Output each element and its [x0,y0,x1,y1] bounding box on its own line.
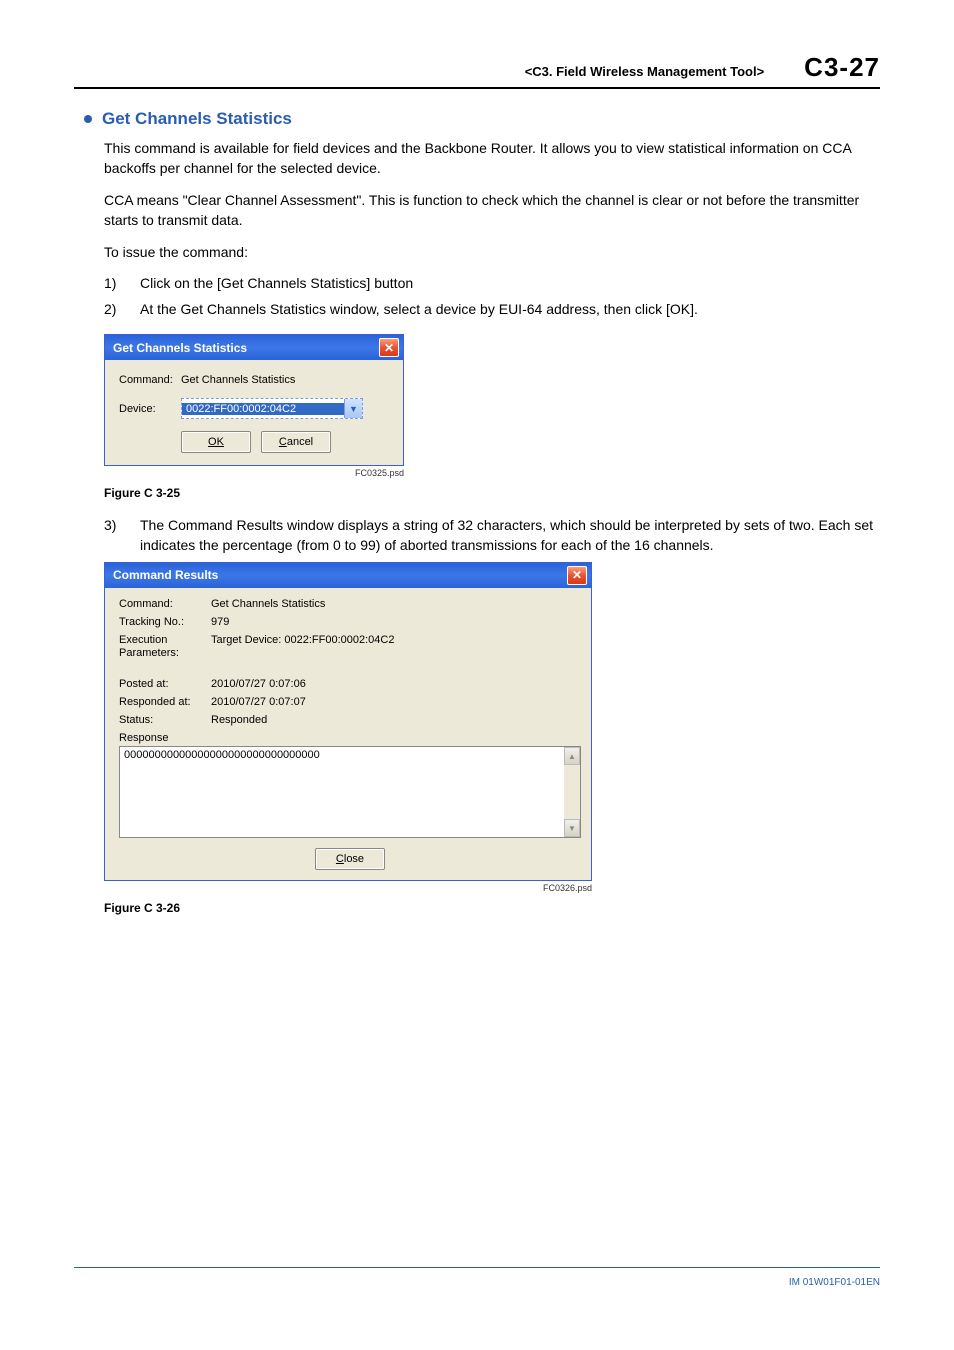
dialog2-screenshot: Command Results ✕ Command: Get Channels … [104,562,592,893]
psd-filename: FC0326.psd [104,883,592,893]
step-text: Click on the [Get Channels Statistics] b… [140,274,880,294]
paragraph: To issue the command: [104,243,880,263]
field-value: Get Channels Statistics [211,598,581,610]
section-heading: Get Channels Statistics [102,109,292,129]
dialog-title: Get Channels Statistics [113,341,247,355]
chapter-label: <C3. Field Wireless Management Tool> [525,64,764,79]
close-icon[interactable]: ✕ [379,338,399,357]
page-header: <C3. Field Wireless Management Tool> C3-… [74,52,880,89]
command-results-dialog: Command Results ✕ Command: Get Channels … [104,562,592,881]
step-item: 2) At the Get Channels Statistics window… [104,300,880,320]
field-label: Status: [119,714,211,726]
footer-docid: IM 01W01F01-01EN [789,1277,880,1288]
field-value: 2010/07/27 0:07:07 [211,696,581,708]
device-row: Device: 0022:FF00:0002:04C2 ▼ [119,398,393,419]
command-value: Get Channels Statistics [181,374,295,386]
ok-button[interactable]: OK [181,431,251,453]
field-row: Status: Responded [119,714,581,726]
response-textarea[interactable]: 00000000000000000000000000000000 ▲ ▼ [119,746,581,838]
step-number: 1) [104,274,140,294]
page-number: C3-27 [804,52,880,83]
device-select-value: 0022:FF00:0002:04C2 [182,403,344,415]
field-row: Command: Get Channels Statistics [119,598,581,610]
field-label: Command: [119,598,211,610]
step-item: 1) Click on the [Get Channels Statistics… [104,274,880,294]
scrollbar[interactable]: ▲ ▼ [564,747,580,837]
steps-list: 3) The Command Results window displays a… [104,516,880,556]
figure-caption: Figure C 3-25 [104,486,880,500]
close-button[interactable]: Close [315,848,385,870]
chevron-down-icon[interactable]: ▼ [344,399,362,418]
page: <C3. Field Wireless Management Tool> C3-… [0,0,954,1350]
field-value: Target Device: 0022:FF00:0002:04C2 [211,634,581,660]
get-channels-dialog: Get Channels Statistics ✕ Command: Get C… [104,334,404,466]
section-title: Get Channels Statistics [84,109,880,129]
body-text: 3) The Command Results window displays a… [104,516,880,556]
dialog-body: Command: Get Channels Statistics Trackin… [105,588,591,880]
field-label: Execution Parameters: [119,634,211,660]
field-value: 979 [211,616,581,628]
step-text: At the Get Channels Statistics window, s… [140,300,880,320]
command-row: Command: Get Channels Statistics [119,374,393,386]
dialog-body: Command: Get Channels Statistics Device:… [105,360,403,465]
step-number: 2) [104,300,140,320]
response-text: 00000000000000000000000000000000 [124,749,320,761]
paragraph: CCA means "Clear Channel Assessment". Th… [104,191,880,231]
close-icon[interactable]: ✕ [567,566,587,585]
field-row: Execution Parameters: Target Device: 002… [119,634,581,660]
figure-caption: Figure C 3-26 [104,901,880,915]
field-label: Responded at: [119,696,211,708]
footer-rule [74,1267,880,1268]
scroll-up-icon[interactable]: ▲ [564,747,580,765]
field-label: Posted at: [119,678,211,690]
scroll-down-icon[interactable]: ▼ [564,819,580,837]
bullet-icon [84,115,92,123]
field-value: 2010/07/27 0:07:06 [211,678,581,690]
field-row: Posted at: 2010/07/27 0:07:06 [119,678,581,690]
device-select[interactable]: 0022:FF00:0002:04C2 ▼ [181,398,363,419]
command-label: Command: [119,374,181,386]
step-item: 3) The Command Results window displays a… [104,516,880,556]
field-row: Response [119,732,581,744]
body-text: This command is available for field devi… [104,139,880,320]
step-text: The Command Results window displays a st… [140,516,880,556]
dialog-title: Command Results [113,568,218,582]
dialog-titlebar: Get Channels Statistics ✕ [105,335,403,360]
dialog1-screenshot: Get Channels Statistics ✕ Command: Get C… [104,334,404,478]
dialog-buttons: OK Cancel [119,431,393,453]
step-number: 3) [104,516,140,556]
field-label: Tracking No.: [119,616,211,628]
device-label: Device: [119,403,181,415]
psd-filename: FC0325.psd [104,468,404,478]
field-value: Responded [211,714,581,726]
steps-list: 1) Click on the [Get Channels Statistics… [104,274,880,320]
field-label: Response [119,732,211,744]
field-row: Tracking No.: 979 [119,616,581,628]
dialog-buttons: Close [119,848,581,870]
dialog-titlebar: Command Results ✕ [105,563,591,588]
field-row: Responded at: 2010/07/27 0:07:07 [119,696,581,708]
cancel-button[interactable]: Cancel [261,431,331,453]
paragraph: This command is available for field devi… [104,139,880,179]
